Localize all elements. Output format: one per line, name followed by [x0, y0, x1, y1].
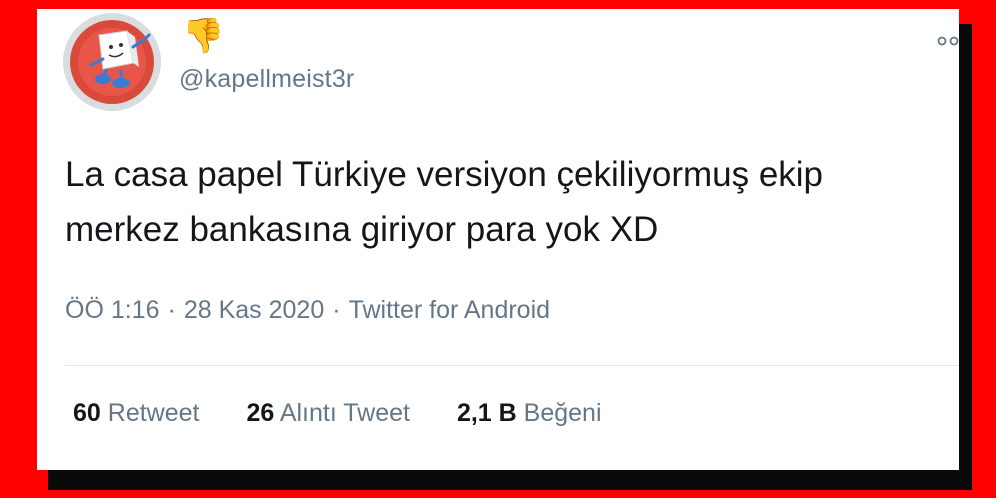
tweet-stats: 60 Retweet 26 Alıntı Tweet 2,1 B Beğeni: [73, 399, 642, 428]
retweet-stat[interactable]: 60 Retweet: [73, 399, 199, 428]
quote-tweet-label: Alıntı Tweet: [279, 399, 410, 427]
tweet-meta: ÖÖ 1:16 · 28 Kas 2020 · Twitter for Android: [65, 296, 550, 325]
quote-tweet-count: 26: [246, 399, 275, 427]
like-stat[interactable]: 2,1 B Beğeni: [457, 399, 602, 428]
tweet-source[interactable]: Twitter for Android: [349, 296, 550, 324]
user-handle[interactable]: @kapellmeist3r: [179, 65, 354, 94]
more-options-icon[interactable]: [937, 29, 959, 52]
retweet-count: 60: [73, 399, 101, 427]
thumbs-down-icon: 👎: [182, 17, 225, 55]
avatar[interactable]: [63, 13, 161, 111]
retweet-label: Retweet: [107, 399, 200, 427]
like-label: Beğeni: [523, 399, 602, 427]
divider: [65, 365, 959, 366]
tweet-date[interactable]: 28 Kas 2020: [184, 296, 324, 324]
like-count: 2,1 B: [456, 399, 517, 427]
tweet-time[interactable]: ÖÖ 1:16: [65, 296, 160, 324]
meta-separator: ·: [332, 296, 341, 324]
tweet-card: 👎 @kapellmeist3r La casa papel Türkiye v…: [37, 9, 959, 470]
quote-tweet-stat[interactable]: 26 Alıntı Tweet: [246, 399, 410, 428]
tweet-text: La casa papel Türkiye versiyon çekiliyor…: [65, 155, 824, 249]
avatar-illustration-icon: [63, 13, 161, 111]
meta-separator: ·: [167, 296, 176, 324]
